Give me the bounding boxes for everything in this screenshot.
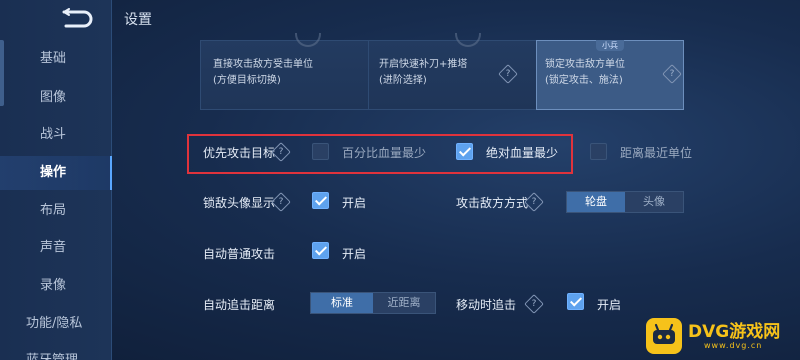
move-chase-checkbox[interactable] bbox=[567, 293, 584, 310]
help-icon[interactable]: ? bbox=[498, 64, 518, 84]
lock-avatar-checkbox[interactable] bbox=[312, 192, 329, 209]
card-tag-minion: 小兵 bbox=[596, 40, 624, 51]
card-line1: 开启快速补刀+推塔 bbox=[379, 59, 468, 70]
sidebar-item-controls[interactable]: 操作 bbox=[0, 156, 112, 190]
nearest-unit-label: 距离最近单位 bbox=[620, 146, 693, 160]
auto-chase-segmented: 标准 近距离 bbox=[310, 292, 436, 314]
sidebar-item-replay[interactable]: 录像 bbox=[0, 271, 112, 301]
auto-chase-label: 自动追击距离 bbox=[203, 298, 276, 312]
page-title: 设置 bbox=[124, 12, 152, 28]
sidebar-item-bluetooth[interactable]: 蓝牙管理 bbox=[0, 346, 112, 360]
attack-mode-segmented: 轮盘 头像 bbox=[566, 191, 684, 213]
auto-chase-close-option[interactable]: 近距离 bbox=[373, 293, 435, 313]
watermark-title: DVG游戏网 bbox=[688, 322, 781, 342]
card-line2: (锁定攻击、施法) bbox=[545, 75, 623, 86]
sidebar-item-basic[interactable]: 基础 bbox=[0, 44, 112, 74]
watermark: DVG游戏网 www.dvg.cn bbox=[646, 316, 796, 356]
auto-attack-label: 自动普通攻击 bbox=[203, 247, 276, 261]
highlight-box bbox=[187, 134, 573, 174]
card-line1: 直接攻击敌方受击单位 bbox=[213, 59, 313, 70]
lock-avatar-label: 锁敌头像显示 bbox=[203, 196, 276, 210]
sidebar-item-graphics[interactable]: 图像 bbox=[0, 83, 112, 113]
card-line2: (进阶选择) bbox=[379, 75, 427, 86]
target-mode-card-direct[interactable]: 直接攻击敌方受击单位 (方便目标切换) bbox=[200, 33, 376, 110]
watermark-url: www.dvg.cn bbox=[704, 341, 763, 350]
attack-mode-label: 攻击敌方方式 bbox=[456, 196, 529, 210]
card-line1: 锁定攻击敌方单位 bbox=[545, 59, 625, 70]
sidebar-item-combat[interactable]: 战斗 bbox=[0, 120, 112, 150]
auto-attack-value: 开启 bbox=[342, 247, 367, 261]
auto-attack-checkbox[interactable] bbox=[312, 242, 329, 259]
nearest-unit-checkbox[interactable] bbox=[590, 143, 607, 160]
card-preview-arc bbox=[295, 33, 321, 47]
move-chase-value: 开启 bbox=[597, 298, 622, 312]
sidebar-item-layout[interactable]: 布局 bbox=[0, 196, 112, 226]
help-icon[interactable]: ? bbox=[662, 64, 682, 84]
target-mode-card-lasthit[interactable]: 开启快速补刀+推塔 (进阶选择) ? bbox=[368, 33, 544, 110]
move-chase-label: 移动时追击 bbox=[456, 298, 517, 312]
target-mode-card-lock[interactable]: 小兵 锁定攻击敌方单位 (锁定攻击、施法) ? bbox=[536, 40, 684, 110]
back-arrow-icon[interactable] bbox=[60, 8, 94, 30]
attack-mode-avatar-option[interactable]: 头像 bbox=[625, 192, 683, 212]
card-line2: (方便目标切换) bbox=[213, 75, 281, 86]
lock-avatar-value: 开启 bbox=[342, 196, 367, 210]
help-icon[interactable]: ? bbox=[524, 294, 544, 314]
sidebar-item-sound[interactable]: 声音 bbox=[0, 233, 112, 263]
auto-chase-standard-option[interactable]: 标准 bbox=[311, 293, 373, 313]
watermark-logo-icon bbox=[646, 318, 682, 354]
attack-mode-wheel-option[interactable]: 轮盘 bbox=[567, 192, 625, 212]
sidebar-item-privacy[interactable]: 功能/隐私 bbox=[0, 309, 112, 339]
card-preview-arc bbox=[455, 33, 481, 47]
sidebar: 基础 图像 战斗 操作 布局 声音 录像 功能/隐私 蓝牙管理 bbox=[0, 0, 112, 360]
